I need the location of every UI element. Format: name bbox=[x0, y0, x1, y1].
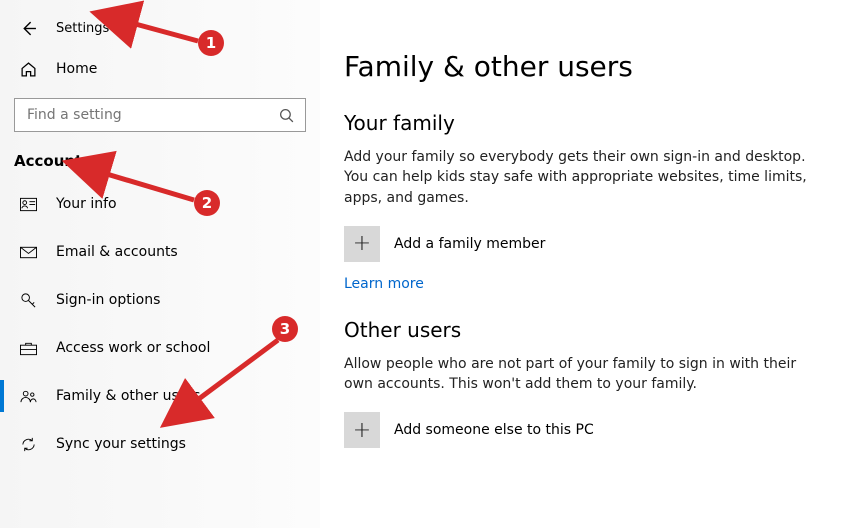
nav-label: Email & accounts bbox=[56, 244, 178, 260]
header-row: Settings bbox=[0, 8, 320, 48]
mail-icon bbox=[20, 244, 38, 261]
add-family-member-button[interactable]: + Add a family member bbox=[344, 226, 814, 262]
add-other-user-button[interactable]: + Add someone else to this PC bbox=[344, 412, 814, 448]
nav-label: Family & other users bbox=[56, 388, 200, 404]
plus-icon: + bbox=[344, 226, 380, 262]
briefcase-icon bbox=[20, 340, 38, 357]
search-input[interactable] bbox=[25, 106, 278, 124]
key-icon bbox=[20, 292, 38, 309]
search-box[interactable] bbox=[14, 98, 306, 132]
add-other-label: Add someone else to this PC bbox=[394, 422, 594, 438]
sidebar: Settings Home Accounts Your info bbox=[0, 0, 320, 528]
content-pane: Family & other users Your family Add you… bbox=[320, 0, 844, 528]
window-title: Settings bbox=[56, 21, 109, 36]
nav-sync-settings[interactable]: Sync your settings bbox=[0, 420, 320, 468]
nav-email-accounts[interactable]: Email & accounts bbox=[0, 228, 320, 276]
other-users-heading: Other users bbox=[344, 318, 814, 342]
nav-signin-options[interactable]: Sign-in options bbox=[0, 276, 320, 324]
learn-more-link[interactable]: Learn more bbox=[344, 276, 424, 292]
family-heading: Your family bbox=[344, 111, 814, 135]
home-icon bbox=[20, 61, 38, 78]
search-icon bbox=[278, 107, 295, 124]
home-label: Home bbox=[56, 61, 97, 77]
other-users-desc: Allow people who are not part of your fa… bbox=[344, 354, 814, 395]
family-desc: Add your family so everybody gets their … bbox=[344, 147, 814, 208]
nav-label: Access work or school bbox=[56, 340, 210, 356]
nav-label: Your info bbox=[56, 196, 117, 212]
person-card-icon bbox=[20, 196, 38, 213]
page-title: Family & other users bbox=[344, 50, 814, 83]
settings-window: Settings Home Accounts Your info bbox=[0, 0, 844, 528]
nav-family-other[interactable]: Family & other users bbox=[0, 372, 320, 420]
sidebar-section: Accounts bbox=[0, 138, 320, 180]
nav-work-school[interactable]: Access work or school bbox=[0, 324, 320, 372]
sync-icon bbox=[20, 436, 38, 453]
back-button[interactable] bbox=[20, 20, 36, 37]
nav-label: Sync your settings bbox=[56, 436, 186, 452]
people-icon bbox=[20, 388, 38, 405]
add-family-label: Add a family member bbox=[394, 236, 545, 252]
nav-your-info[interactable]: Your info bbox=[0, 180, 320, 228]
plus-icon: + bbox=[344, 412, 380, 448]
search-container bbox=[0, 90, 320, 138]
home-nav[interactable]: Home bbox=[0, 48, 320, 90]
arrow-left-icon bbox=[20, 20, 37, 37]
nav-label: Sign-in options bbox=[56, 292, 160, 308]
